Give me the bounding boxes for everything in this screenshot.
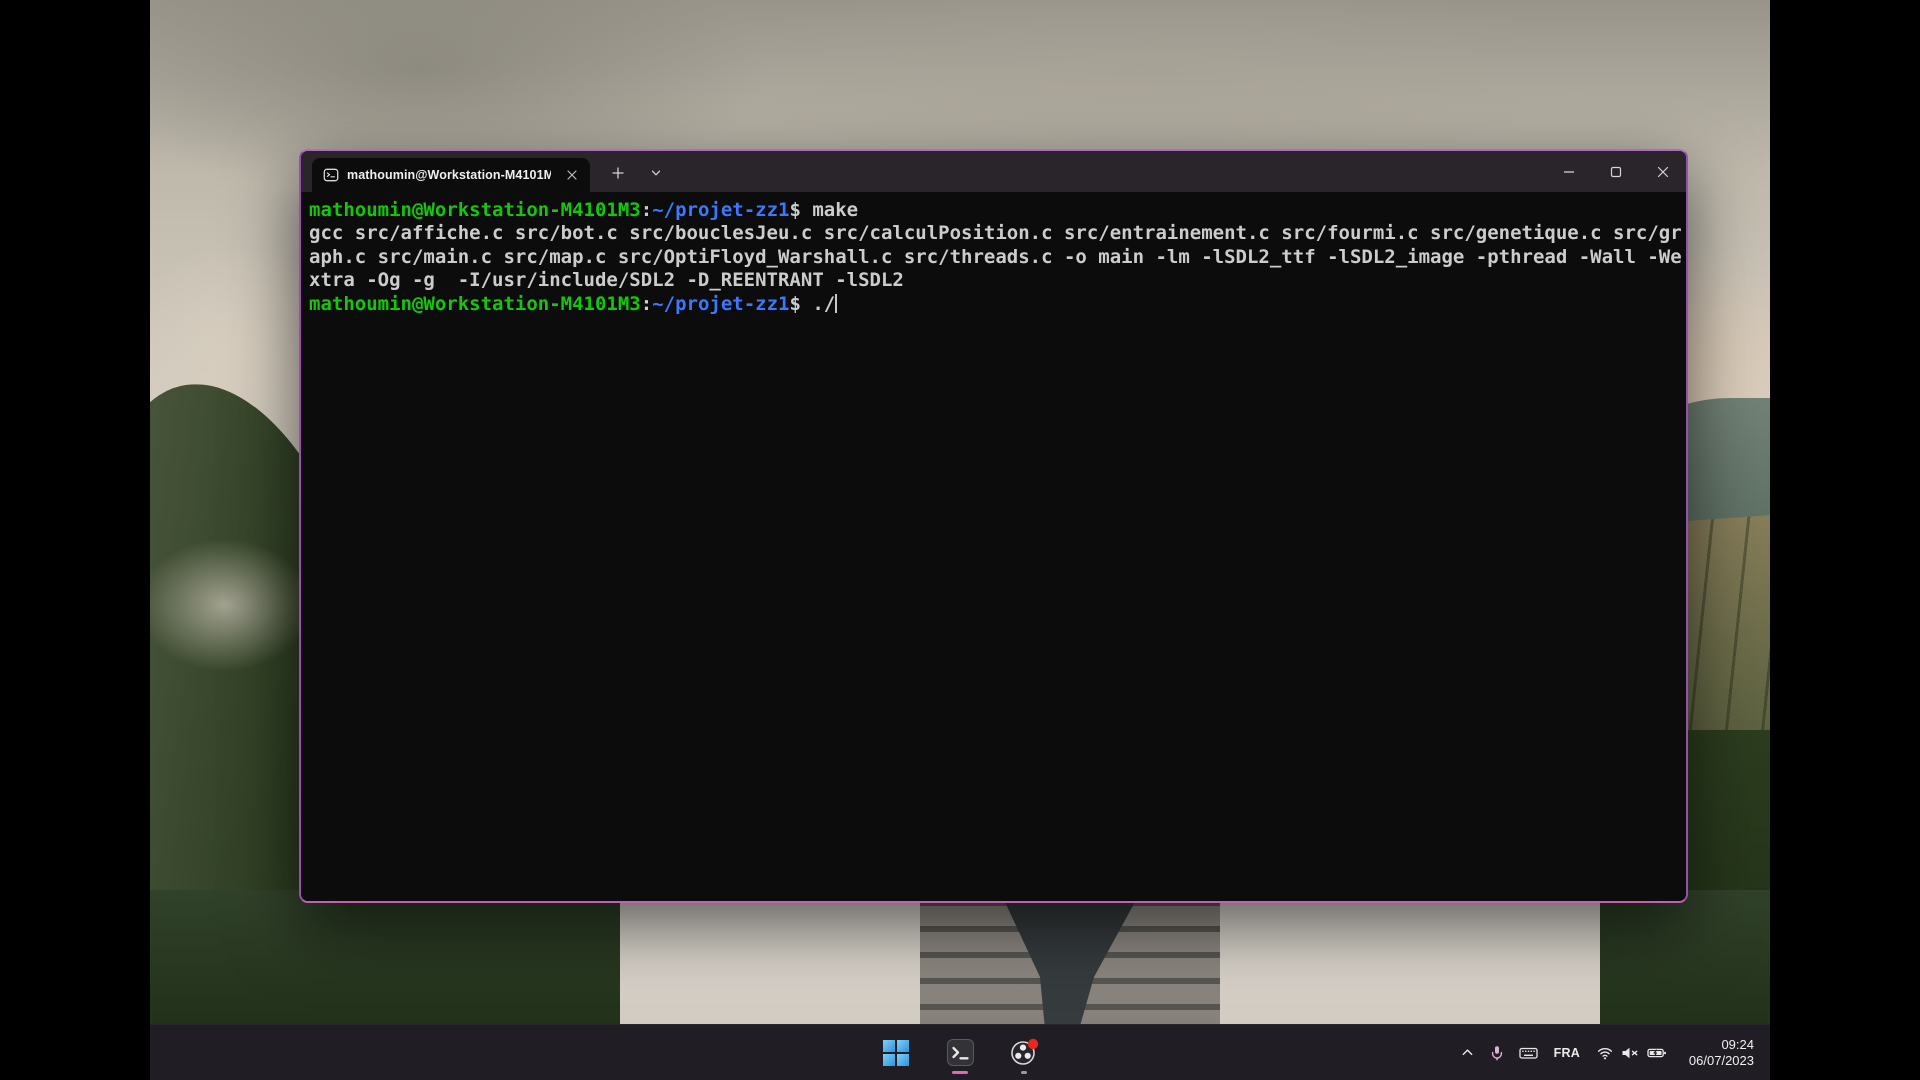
taskbar: FRA — [150, 1024, 1770, 1080]
close-icon — [1657, 166, 1669, 178]
maximize-button[interactable] — [1592, 151, 1639, 192]
wifi-icon — [1597, 1045, 1613, 1061]
obs-studio-icon — [1009, 1038, 1039, 1068]
terminal-output-line: xtra -Og -g -I/usr/include/SDL2 -D_REENT… — [309, 269, 1680, 292]
terminal-output-line: gcc src/affiche.c src/bot.c src/bouclesJ… — [309, 222, 1680, 245]
terminal-cursor — [835, 294, 837, 313]
chevron-up-icon — [1460, 1045, 1475, 1060]
prompt-symbol: $ — [789, 293, 800, 315]
active-app-indicator — [952, 1071, 968, 1074]
minimize-icon — [1563, 166, 1575, 178]
desktop: mathoumin@Workstation-M4101M3 — [150, 0, 1770, 1080]
tab-close-icon[interactable] — [559, 163, 585, 187]
clock-time: 09:24 — [1689, 1037, 1754, 1053]
terminal-prompt-line: mathoumin@Workstation-M4101M3:~/projet-z… — [309, 199, 1680, 222]
wallpaper-dam-structure — [620, 900, 1600, 1040]
taskbar-obs-studio-button[interactable] — [1002, 1031, 1046, 1075]
prompt-path: ~/projet-zz1 — [652, 199, 789, 221]
command-prompt-icon — [323, 167, 339, 183]
terminal-window: mathoumin@Workstation-M4101M3 — [299, 149, 1688, 903]
microphone-icon — [1489, 1045, 1505, 1061]
command-make: make — [801, 199, 858, 221]
prompt-symbol: $ — [789, 199, 800, 221]
prompt-path: ~/projet-zz1 — [652, 293, 789, 315]
tray-microphone-button[interactable] — [1482, 1033, 1512, 1073]
terminal-tab-title: mathoumin@Workstation-M4101M3 — [347, 168, 551, 182]
tray-show-hidden-icons-button[interactable] — [1453, 1033, 1482, 1073]
start-button[interactable] — [874, 1031, 918, 1075]
wallpaper-village — [150, 540, 310, 670]
taskbar-pinned-apps — [874, 1025, 1046, 1080]
terminal-output-line: aph.c src/main.c src/map.c src/OptiFloyd… — [309, 246, 1680, 269]
terminal-titlebar[interactable]: mathoumin@Workstation-M4101M3 — [301, 151, 1686, 192]
tray-touch-keyboard-button[interactable] — [1512, 1033, 1545, 1073]
running-app-indicator — [1021, 1071, 1027, 1074]
terminal-viewport[interactable]: mathoumin@Workstation-M4101M3:~/projet-z… — [301, 192, 1686, 901]
battery-charging-icon — [1647, 1045, 1667, 1061]
prompt-user-host: mathoumin@Workstation-M4101M3 — [309, 199, 641, 221]
taskbar-clock[interactable]: 09:24 06/07/2023 — [1681, 1037, 1762, 1069]
prompt-separator: : — [641, 199, 652, 221]
new-tab-button[interactable] — [603, 158, 633, 188]
desktop-screenshot: mathoumin@Workstation-M4101M3 — [0, 0, 1920, 1080]
volume-muted-icon — [1621, 1045, 1639, 1061]
windows-logo-icon — [883, 1040, 909, 1066]
tab-dropdown-button[interactable] — [641, 158, 671, 188]
tray-network-volume-battery-button[interactable] — [1589, 1045, 1675, 1061]
touch-keyboard-icon — [1519, 1045, 1538, 1061]
window-controls — [1545, 151, 1686, 192]
recording-red-dot — [1028, 1038, 1038, 1048]
taskbar-windows-terminal-button[interactable] — [938, 1031, 982, 1075]
command-in-progress: ./ — [801, 293, 835, 315]
minimize-button[interactable] — [1545, 151, 1592, 192]
prompt-user-host: mathoumin@Workstation-M4101M3 — [309, 293, 641, 315]
terminal-tab[interactable]: mathoumin@Workstation-M4101M3 — [312, 158, 590, 192]
close-button[interactable] — [1639, 151, 1686, 192]
system-tray: FRA — [1453, 1025, 1762, 1080]
chevron-down-icon — [650, 167, 662, 179]
prompt-separator: : — [641, 293, 652, 315]
clock-date: 06/07/2023 — [1689, 1053, 1754, 1069]
plus-icon — [612, 167, 624, 179]
tray-language-button[interactable]: FRA — [1545, 1033, 1589, 1073]
maximize-icon — [1610, 166, 1622, 178]
windows-terminal-icon — [947, 1039, 974, 1066]
terminal-prompt-line: mathoumin@Workstation-M4101M3:~/projet-z… — [309, 293, 1680, 316]
